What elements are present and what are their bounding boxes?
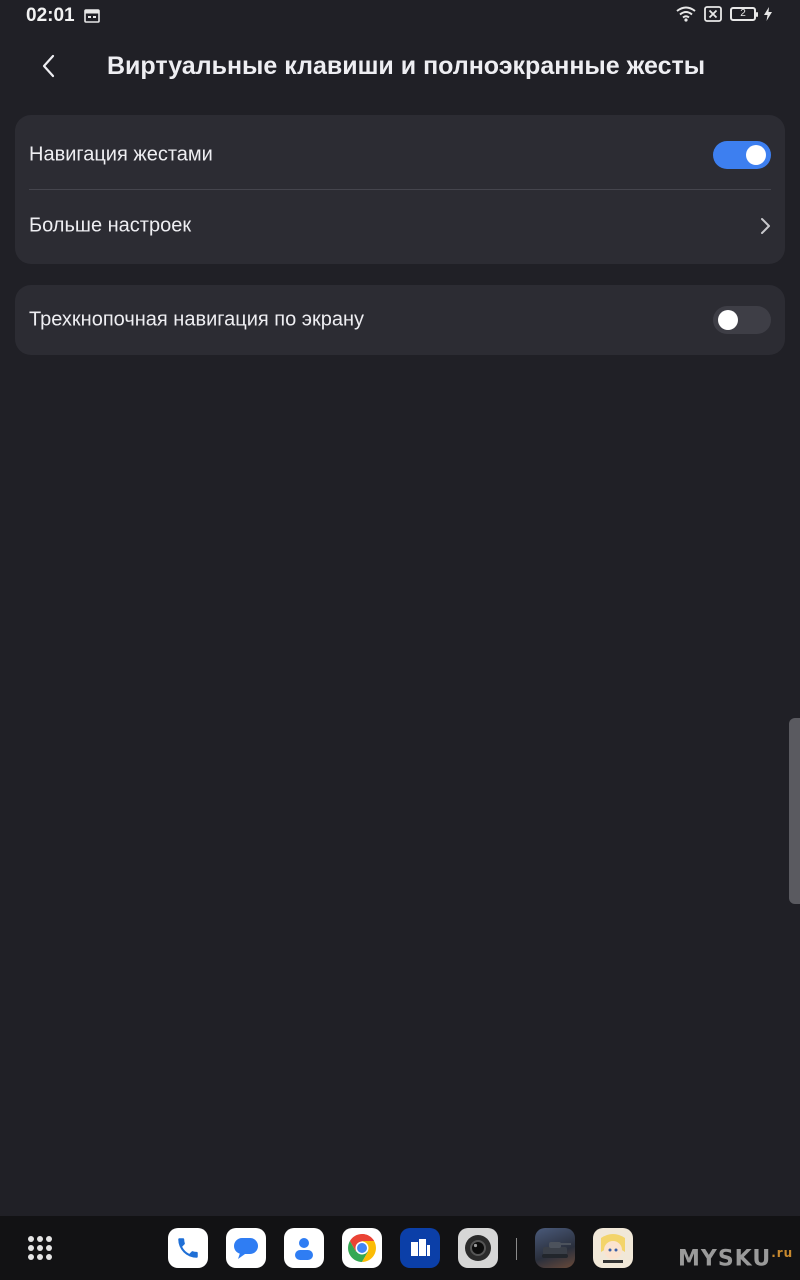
- app-drawer-button[interactable]: [28, 1236, 52, 1260]
- camera-app-icon[interactable]: [458, 1228, 498, 1268]
- contacts-app-icon[interactable]: [284, 1228, 324, 1268]
- three-button-navigation-toggle[interactable]: [713, 306, 771, 334]
- calendar-icon: [84, 9, 100, 23]
- divider: [29, 189, 771, 190]
- status-time: 02:01: [26, 5, 75, 26]
- toggle-knob: [746, 145, 766, 165]
- sim-off-icon: [704, 6, 722, 22]
- dock-separator: [516, 1238, 517, 1260]
- page-title: Виртуальные клавиши и полноэкранные жест…: [107, 52, 706, 80]
- page-header: Виртуальные клавиши и полноэкранные жест…: [0, 40, 800, 90]
- more-settings-label: Больше настроек: [29, 214, 192, 237]
- anime-game-app-icon[interactable]: [593, 1228, 633, 1268]
- toggle-knob: [718, 310, 738, 330]
- battery-level: 2: [740, 8, 746, 19]
- more-settings-row[interactable]: Больше настроек: [15, 191, 785, 261]
- files-app-icon[interactable]: [400, 1228, 440, 1268]
- side-panel-handle[interactable]: [789, 718, 800, 904]
- wifi-icon: [676, 6, 696, 22]
- three-button-navigation-label: Трехкнопочная навигация по экрану: [29, 308, 365, 331]
- chrome-app-icon[interactable]: [342, 1228, 382, 1268]
- settings-card-three-button: Трехкнопочная навигация по экрану: [15, 285, 785, 355]
- gesture-navigation-toggle[interactable]: [713, 141, 771, 169]
- tank-game-app-icon[interactable]: [535, 1228, 575, 1268]
- three-button-navigation-row[interactable]: Трехкнопочная навигация по экрану: [15, 285, 785, 355]
- chevron-left-icon: [42, 54, 55, 78]
- settings-card-gestures: Навигация жестами Больше настроек: [15, 115, 785, 264]
- status-bar: 02:01 2: [0, 0, 800, 32]
- chevron-right-icon: [761, 218, 770, 234]
- gesture-navigation-label: Навигация жестами: [29, 143, 213, 166]
- charging-icon: [764, 7, 772, 21]
- phone-app-icon[interactable]: [168, 1228, 208, 1268]
- watermark: MYSKU.ru: [678, 1246, 793, 1271]
- gesture-navigation-row[interactable]: Навигация жестами: [15, 120, 785, 190]
- battery-icon: 2: [730, 7, 758, 21]
- back-button[interactable]: [28, 46, 68, 86]
- watermark-text: MYSKU: [678, 1246, 772, 1272]
- watermark-suffix: .ru: [771, 1246, 794, 1260]
- messages-app-icon[interactable]: [226, 1228, 266, 1268]
